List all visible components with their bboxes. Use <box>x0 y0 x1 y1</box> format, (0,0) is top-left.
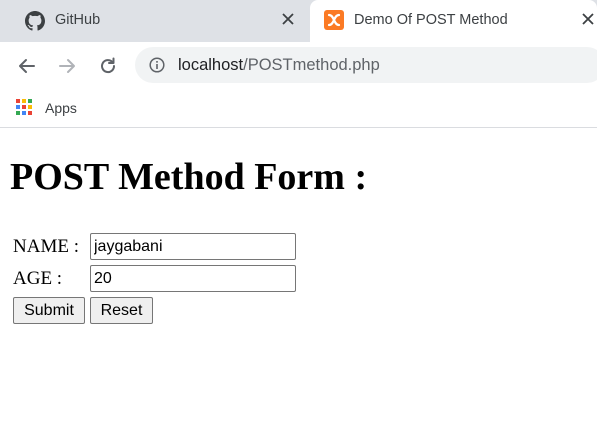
github-icon <box>25 11 45 31</box>
browser-window: GitHub Demo Of POST Method localhost/POS… <box>0 0 597 448</box>
address-bar[interactable]: localhost/POSTmethod.php <box>135 47 597 83</box>
apps-dot <box>16 99 20 103</box>
url-path: /POSTmethod.php <box>243 56 380 74</box>
name-label: NAME : <box>13 236 79 257</box>
bookmarks-bar: Apps <box>0 89 597 128</box>
page-title: POST Method Form : <box>10 156 368 198</box>
reset-button[interactable]: Reset <box>90 297 153 324</box>
apps-grid-icon <box>16 99 34 117</box>
close-icon[interactable] <box>581 12 595 26</box>
tab-github[interactable]: GitHub <box>0 0 309 42</box>
apps-dot <box>28 111 32 115</box>
submit-button[interactable]: Submit <box>13 297 85 324</box>
apps-button[interactable]: Apps <box>16 95 77 121</box>
tab-demo-post-method[interactable]: Demo Of POST Method <box>310 0 597 42</box>
apps-label: Apps <box>45 100 77 116</box>
apps-dot <box>16 105 20 109</box>
url-host: localhost <box>178 56 244 74</box>
tab-title: GitHub <box>55 12 101 28</box>
toolbar: localhost/POSTmethod.php <box>0 42 597 89</box>
back-button[interactable] <box>15 54 39 78</box>
arrow-left-icon <box>19 59 35 73</box>
age-label: AGE : <box>13 268 63 289</box>
reload-icon <box>101 57 116 74</box>
forward-button[interactable] <box>55 54 79 78</box>
apps-dot <box>16 111 20 115</box>
close-icon[interactable] <box>281 12 295 26</box>
xampp-icon <box>324 10 344 30</box>
arrow-right-icon <box>59 59 75 73</box>
reload-button[interactable] <box>96 54 120 78</box>
apps-dot <box>28 99 32 103</box>
apps-dot <box>22 105 26 109</box>
url-text: localhost/POSTmethod.php <box>178 56 380 75</box>
name-input[interactable] <box>90 233 296 260</box>
info-icon[interactable] <box>149 57 165 73</box>
page-content: POST Method Form : NAME : AGE : Submit R… <box>0 129 597 448</box>
tab-strip: GitHub Demo Of POST Method <box>0 0 597 42</box>
apps-dot <box>22 99 26 103</box>
apps-dot <box>28 105 32 109</box>
tab-title: Demo Of POST Method <box>354 12 508 28</box>
apps-dot <box>22 111 26 115</box>
age-input[interactable] <box>90 265 296 292</box>
